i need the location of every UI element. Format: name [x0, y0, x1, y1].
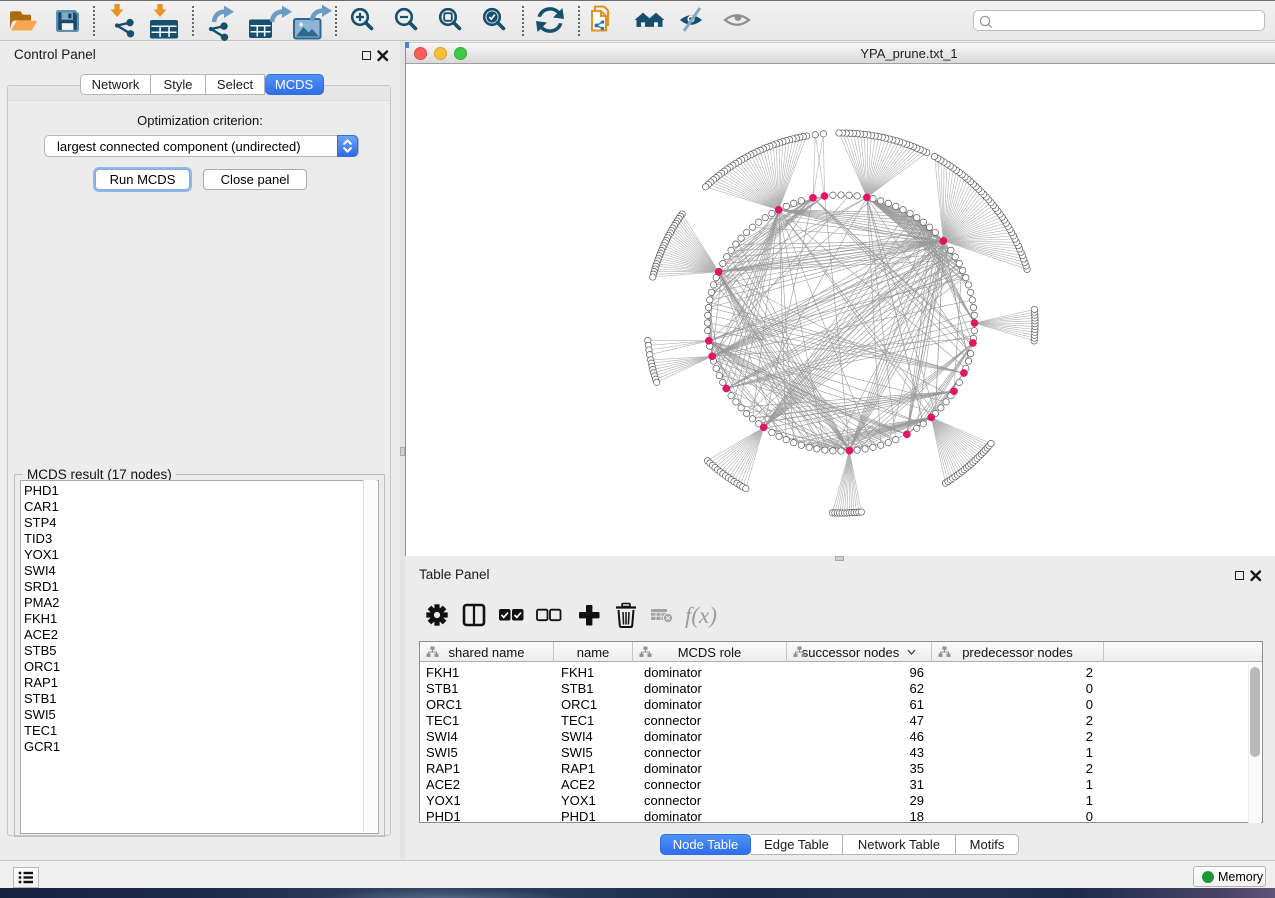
svg-text:f(x): f(x): [685, 603, 717, 628]
